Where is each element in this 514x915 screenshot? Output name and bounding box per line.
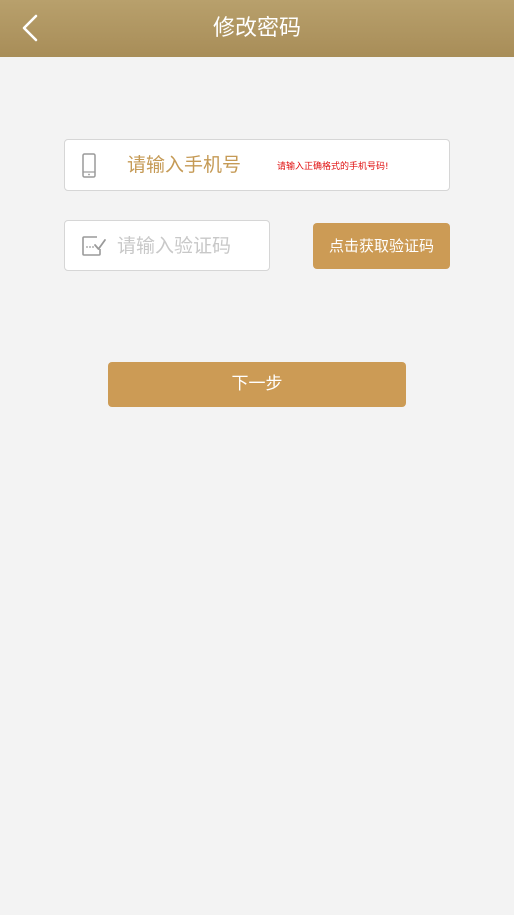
phone-error-text: 请输入正确格式的手机号码!	[277, 162, 389, 172]
get-code-button[interactable]: 点击获取验证码	[313, 223, 450, 269]
phone-field[interactable]: 请输入正确格式的手机号码!	[64, 139, 450, 191]
header-bar: 修改密码	[0, 0, 514, 57]
verify-code-icon	[82, 236, 106, 256]
next-step-button[interactable]: 下一步	[108, 362, 406, 407]
code-input[interactable]	[117, 221, 267, 270]
code-field[interactable]	[64, 220, 270, 271]
chevron-left-icon	[22, 14, 38, 42]
page-title: 修改密码	[212, 16, 301, 41]
mobile-phone-icon	[82, 153, 96, 178]
phone-input[interactable]	[127, 140, 277, 190]
back-button[interactable]	[12, 8, 52, 48]
